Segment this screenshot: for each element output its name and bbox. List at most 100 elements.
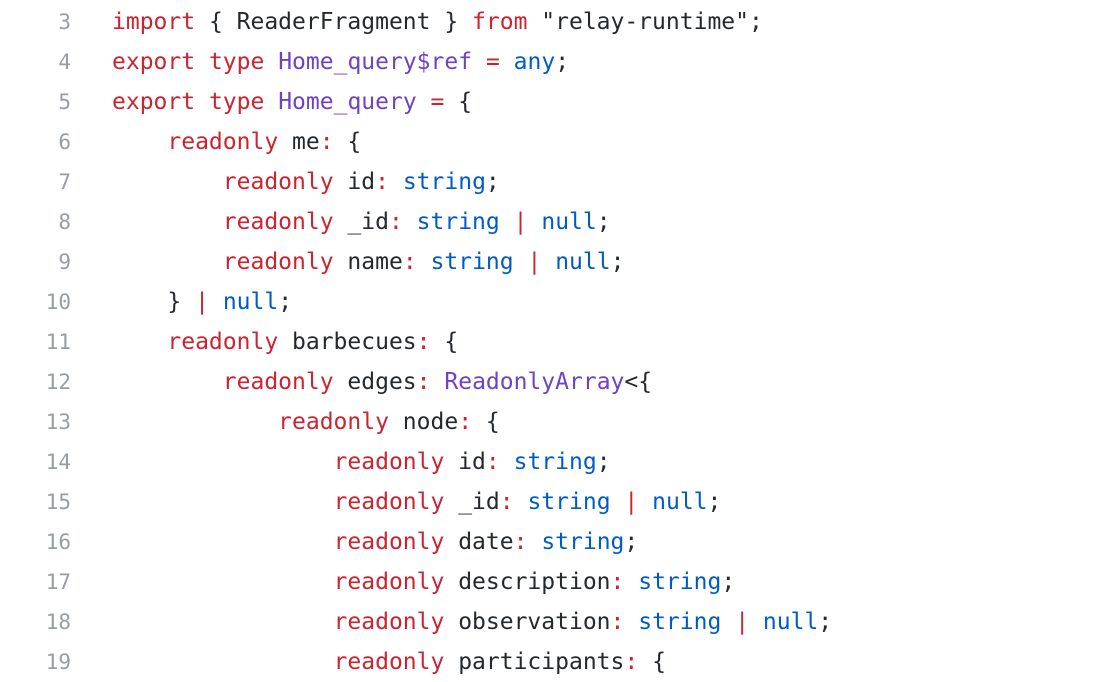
line-number[interactable]: 9: [0, 242, 71, 282]
line-code: readonly me: {: [112, 122, 361, 162]
code-token-plain: _id: [333, 209, 389, 235]
line-code: readonly id: string;: [112, 162, 500, 202]
code-token-keyword: readonly: [333, 649, 445, 675]
line-code: readonly node: {: [112, 402, 500, 442]
code-viewer: 3 import { ReaderFragment } from "relay-r…: [0, 0, 1094, 682]
code-token-operator: :: [610, 569, 625, 595]
line-number[interactable]: 17: [0, 562, 71, 602]
line-number[interactable]: 6: [0, 122, 71, 162]
line-number[interactable]: 15: [0, 482, 71, 522]
code-token-operator: :: [513, 529, 528, 555]
code-line: 9 readonly name: string | null;: [0, 242, 1094, 282]
code-token-keyword: type: [208, 89, 265, 115]
code-token-builtin: string: [638, 609, 722, 635]
line-number[interactable]: 14: [0, 442, 71, 482]
code-token-plain: id: [444, 449, 486, 475]
code-token-plain: participants: [444, 649, 625, 675]
code-token-plain: ;: [555, 49, 570, 75]
line-code: export type Home_query = {: [112, 82, 472, 122]
code-token-plain: id: [333, 169, 376, 195]
code-line: 7 readonly id: string;: [0, 162, 1094, 202]
code-token-plain: name: [333, 249, 403, 275]
code-token-plain: <{: [624, 369, 653, 395]
code-token-operator: |: [513, 209, 528, 235]
line-code: readonly _id: string | null;: [112, 482, 722, 522]
line-number[interactable]: 16: [0, 522, 71, 562]
code-token-operator: |: [195, 289, 209, 315]
line-number[interactable]: 10: [0, 282, 71, 322]
code-token-plain: description: [444, 569, 611, 595]
code-token-plain: _id: [444, 489, 500, 515]
code-line: 14 readonly id: string;: [0, 442, 1094, 482]
line-number[interactable]: 13: [0, 402, 71, 442]
line-number[interactable]: 18: [0, 602, 71, 642]
code-token-builtin: null: [762, 609, 819, 635]
code-token-plain: {: [472, 409, 500, 435]
line-number[interactable]: 3: [0, 2, 71, 42]
code-token-keyword: readonly: [167, 129, 279, 155]
line-code: readonly _id: string | null;: [112, 202, 611, 242]
line-number[interactable]: 8: [0, 202, 71, 242]
code-token-plain: {: [638, 649, 666, 675]
code-token-keyword: readonly: [222, 169, 334, 195]
code-token-operator: |: [527, 249, 542, 275]
line-number[interactable]: 5: [0, 82, 71, 122]
code-token-operator: |: [735, 609, 750, 635]
code-token-keyword: export: [112, 49, 196, 75]
code-line: 11 readonly barbecues: {: [0, 322, 1094, 362]
code-token-builtin: string: [541, 529, 625, 555]
code-token-operator: :: [402, 249, 417, 275]
code-token-keyword: import: [112, 9, 196, 35]
line-code: readonly description: string;: [112, 562, 736, 602]
line-number[interactable]: 19: [0, 642, 71, 682]
line-number[interactable]: 7: [0, 162, 71, 202]
code-token-builtin: any: [513, 49, 556, 75]
line-code: export type Home_query$ref = any;: [112, 42, 569, 82]
line-number[interactable]: 4: [0, 42, 71, 82]
line-code: readonly participants: {: [112, 642, 666, 682]
line-code: readonly date: string;: [112, 522, 639, 562]
code-token-operator: =: [430, 89, 445, 115]
line-code: readonly edges: ReadonlyArray<{: [112, 362, 652, 402]
code-token-plain: ;: [624, 529, 639, 555]
code-token-operator: |: [624, 489, 639, 515]
code-line: 4 export type Home_query$ref = any;: [0, 42, 1094, 82]
line-number[interactable]: 11: [0, 322, 71, 362]
code-token-operator: :: [624, 649, 639, 675]
line-code: } | null;: [112, 282, 292, 322]
code-token-operator: :: [416, 329, 431, 355]
code-token-operator: :: [375, 169, 389, 195]
code-token-keyword: from: [472, 9, 528, 35]
code-line: 16 readonly date: string;: [0, 522, 1094, 562]
line-number[interactable]: 12: [0, 362, 71, 402]
code-token-keyword: readonly: [167, 329, 279, 355]
code-token-type: ReadonlyArray: [444, 369, 625, 395]
code-token-plain: }: [112, 289, 196, 315]
code-token-builtin: string: [638, 569, 722, 595]
code-token-builtin: string: [527, 489, 611, 515]
code-token-plain: {: [333, 129, 362, 155]
code-token-plain: ;: [721, 569, 736, 595]
code-line: 10 } | null;: [0, 282, 1094, 322]
